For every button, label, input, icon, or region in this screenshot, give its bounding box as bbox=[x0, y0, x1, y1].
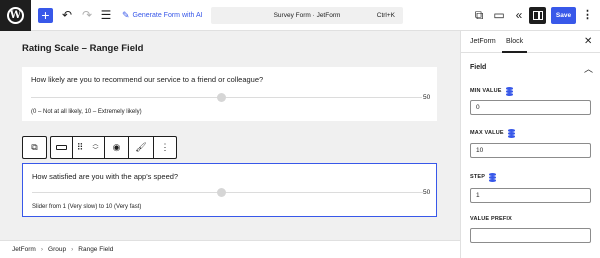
value-prefix-input[interactable] bbox=[470, 228, 591, 243]
min-value-input[interactable]: 0 bbox=[470, 100, 591, 115]
database-icon[interactable] bbox=[505, 87, 513, 96]
breadcrumb-separator: › bbox=[40, 246, 44, 253]
plus-icon: + bbox=[41, 7, 50, 23]
shortcut-hint: Ctrl+K bbox=[376, 12, 395, 19]
eye-icon[interactable]: ◉ bbox=[105, 137, 129, 158]
range-slider-track[interactable] bbox=[32, 192, 423, 193]
external-link-icon[interactable]: ⧉ bbox=[472, 8, 486, 22]
database-icon[interactable] bbox=[489, 173, 497, 182]
max-value-label: MAX VALUE bbox=[470, 129, 515, 138]
more-options-icon[interactable]: ⋮ bbox=[154, 137, 176, 158]
database-icon[interactable] bbox=[507, 129, 515, 138]
range-slider-thumb[interactable] bbox=[217, 188, 226, 197]
undo-icon[interactable]: ↶ bbox=[60, 8, 74, 22]
tab-jetform[interactable]: JetForm bbox=[470, 38, 496, 45]
document-title: Survey Form · JetForm bbox=[273, 12, 341, 19]
value-prefix-label: VALUE PREFIX bbox=[470, 216, 513, 222]
section-title[interactable]: Field bbox=[470, 64, 486, 71]
close-icon[interactable]: ✕ bbox=[584, 36, 592, 47]
chevron-up-icon[interactable]: ︿ bbox=[584, 62, 593, 75]
min-value-label: MIN VALUE bbox=[470, 87, 513, 96]
range-value: 50 bbox=[423, 189, 431, 196]
add-block-button[interactable]: + bbox=[38, 8, 53, 23]
field-label: How satisfied are you with the app's spe… bbox=[32, 172, 179, 181]
block-type-button[interactable]: ⧉ bbox=[22, 136, 47, 159]
drag-handle-icon[interactable]: ⠿ bbox=[73, 137, 87, 158]
collapse-icon[interactable]: « bbox=[512, 8, 526, 22]
generate-form-ai-label: Generate Form with AI bbox=[132, 12, 203, 19]
settings-toggle-button[interactable] bbox=[529, 7, 546, 24]
top-toolbar: W + ↶ ↷ ☰ ✎ Generate Form with AI Survey… bbox=[0, 0, 600, 31]
more-vertical-icon[interactable]: ⋮ bbox=[582, 8, 593, 21]
wordpress-logo[interactable]: W bbox=[0, 0, 31, 31]
command-palette-bar[interactable]: Survey Form · JetForm Ctrl+K bbox=[211, 7, 403, 24]
redo-icon[interactable]: ↷ bbox=[80, 8, 94, 22]
range-field-block-selected[interactable]: How satisfied are you with the app's spe… bbox=[22, 163, 437, 217]
breadcrumb: JetForm › Group › Range Field bbox=[0, 240, 460, 258]
range-slider-thumb[interactable] bbox=[217, 93, 226, 102]
block-toolbar-group: ⠿ ︿ ﹀ ◉ 🖌 ⋮ bbox=[50, 136, 177, 159]
step-input[interactable]: 1 bbox=[470, 188, 591, 203]
max-value-input[interactable]: 10 bbox=[470, 143, 591, 158]
range-field-block[interactable]: How likely are you to recommend our serv… bbox=[22, 67, 437, 121]
sparkle-icon: ✎ bbox=[122, 10, 130, 20]
range-block-icon[interactable] bbox=[51, 137, 73, 158]
block-toolbar: ⧉ ⠿ ︿ ﹀ ◉ 🖌 ⋮ bbox=[22, 136, 177, 159]
generate-form-ai-button[interactable]: ✎ Generate Form with AI bbox=[122, 10, 203, 21]
duplicate-icon: ⧉ bbox=[31, 142, 38, 152]
breadcrumb-separator: › bbox=[71, 246, 74, 253]
breadcrumb-item[interactable]: Group bbox=[48, 246, 66, 253]
preview-icon[interactable]: ▭ bbox=[492, 8, 506, 22]
editor-canvas: Rating Scale – Range Field How likely ar… bbox=[0, 31, 460, 240]
sidebar-tabs: JetForm Block ✕ bbox=[461, 31, 600, 53]
field-label: How likely are you to recommend our serv… bbox=[31, 75, 264, 84]
breadcrumb-item[interactable]: JetForm bbox=[12, 246, 36, 253]
range-value: 50 bbox=[423, 94, 431, 101]
breadcrumb-item[interactable]: Range Field bbox=[78, 246, 113, 253]
move-up-down-buttons[interactable]: ︿ ﹀ bbox=[87, 137, 105, 158]
list-view-icon[interactable]: ☰ bbox=[99, 8, 113, 22]
save-button[interactable]: Save bbox=[551, 7, 576, 24]
chevron-down-icon[interactable]: ﹀ bbox=[92, 148, 98, 154]
field-description: Slider from 1 (Very slow) to 10 (Very fa… bbox=[32, 204, 142, 210]
brush-icon[interactable]: 🖌 bbox=[129, 137, 154, 158]
step-label: STEP bbox=[470, 173, 497, 182]
settings-sidebar: JetForm Block ✕ Field ︿ MIN VALUE 0 MAX … bbox=[460, 31, 600, 258]
settings-panel-icon bbox=[532, 11, 543, 20]
range-slider-track[interactable] bbox=[31, 97, 422, 98]
field-description: (0 – Not at all likely, 10 – Extremely l… bbox=[31, 109, 142, 115]
tab-block[interactable]: Block bbox=[501, 38, 528, 53]
page-title[interactable]: Rating Scale – Range Field bbox=[22, 43, 143, 54]
